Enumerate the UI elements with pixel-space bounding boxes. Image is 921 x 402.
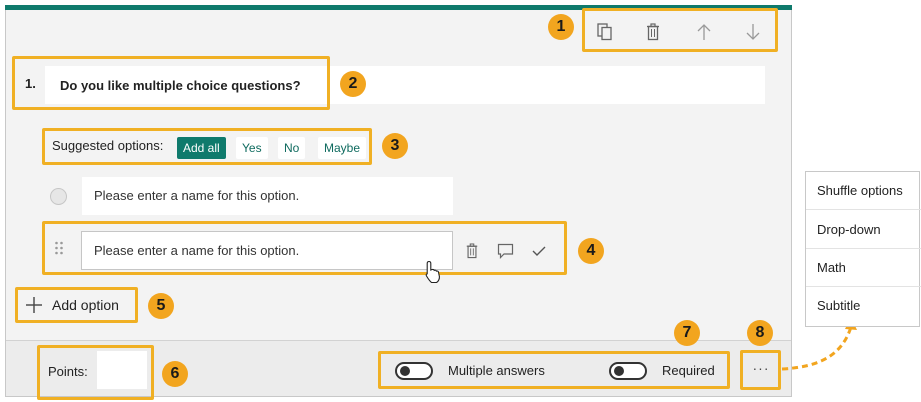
- comment-icon: [497, 243, 513, 259]
- suggested-option-yes[interactable]: Yes: [236, 137, 268, 159]
- option-1-input[interactable]: Please enter a name for this option.: [82, 177, 453, 215]
- points-label: Points:: [48, 364, 88, 379]
- option-comment-button[interactable]: [493, 239, 517, 263]
- drag-handle-icon[interactable]: [54, 240, 64, 256]
- delete-option-button[interactable]: [460, 239, 484, 263]
- option-2-input[interactable]: Please enter a name for this option.: [81, 231, 453, 270]
- trash-icon: [647, 23, 659, 41]
- more-options-menu: Shuffle options Drop-down Math Subtitle: [805, 171, 921, 327]
- copy-icon: [597, 23, 612, 41]
- move-down-button[interactable]: [741, 20, 765, 44]
- plus-icon: [26, 297, 42, 313]
- suggested-options-label: Suggested options:: [52, 138, 164, 153]
- option-1-radio[interactable]: [50, 188, 67, 205]
- menu-item-drop-down[interactable]: Drop-down: [806, 211, 921, 249]
- trash-icon: [466, 243, 478, 259]
- callout-badge-3: 3: [382, 133, 408, 159]
- menu-item-subtitle[interactable]: Subtitle: [806, 287, 921, 325]
- question-number: 1.: [25, 76, 36, 91]
- callout-badge-8: 8: [747, 320, 773, 346]
- question-title[interactable]: Do you like multiple choice questions?: [60, 78, 301, 93]
- arrow-down-icon: [746, 24, 760, 40]
- points-input[interactable]: [97, 351, 147, 389]
- multiple-answers-label: Multiple answers: [448, 363, 545, 378]
- copy-question-button[interactable]: [593, 20, 617, 44]
- add-option-label: Add option: [52, 297, 119, 313]
- required-toggle[interactable]: [609, 362, 647, 380]
- cursor-hand-icon: [424, 260, 442, 284]
- callout-badge-1: 1: [548, 14, 574, 40]
- callout-badge-7: 7: [674, 320, 700, 346]
- checkmark-icon: [532, 246, 546, 256]
- delete-question-button[interactable]: [641, 20, 665, 44]
- callout-badge-2: 2: [340, 71, 366, 97]
- menu-item-shuffle-options[interactable]: Shuffle options: [806, 172, 921, 210]
- suggested-option-maybe[interactable]: Maybe: [318, 137, 367, 159]
- required-label: Required: [662, 363, 715, 378]
- suggested-option-no[interactable]: No: [278, 137, 306, 159]
- multiple-answers-toggle[interactable]: [395, 362, 433, 380]
- callout-badge-5: 5: [148, 293, 174, 319]
- callout-badge-4: 4: [578, 238, 604, 264]
- menu-item-math[interactable]: Math: [806, 249, 921, 287]
- add-option-button[interactable]: Add option: [25, 294, 133, 316]
- callout-badge-6: 6: [162, 361, 188, 387]
- add-all-button[interactable]: Add all: [177, 137, 226, 159]
- move-up-button[interactable]: [692, 20, 716, 44]
- option-confirm-button[interactable]: [527, 239, 551, 263]
- more-options-button[interactable]: ···: [749, 360, 773, 376]
- arrow-up-icon: [697, 24, 711, 40]
